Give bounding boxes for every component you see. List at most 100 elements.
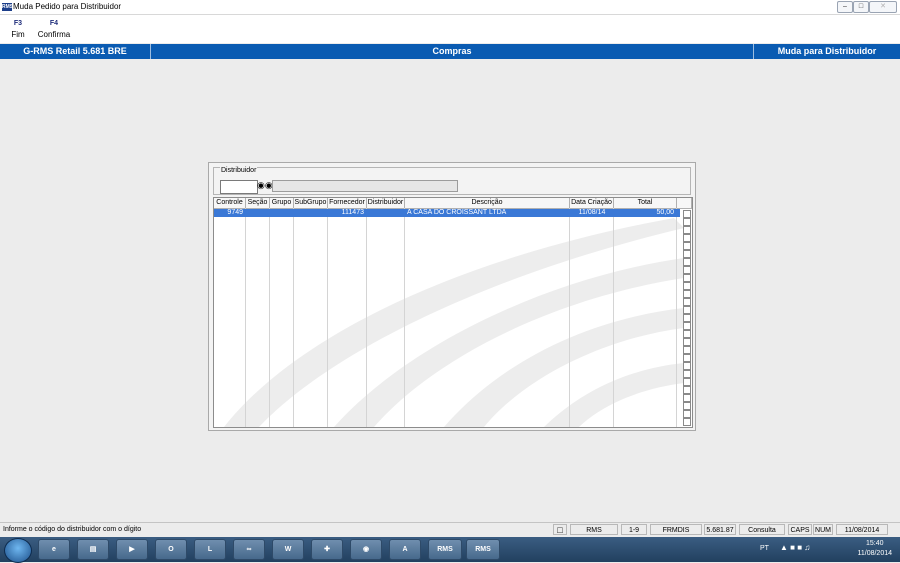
- col-divider: [293, 208, 294, 427]
- row-checkbox[interactable]: [683, 418, 691, 426]
- col-descricao[interactable]: Descrição: [405, 198, 570, 208]
- col-data-criacao[interactable]: Data Criação: [570, 198, 614, 208]
- row-checkbox[interactable]: [683, 362, 691, 370]
- row-checkbox[interactable]: [683, 354, 691, 362]
- compass-icon[interactable]: ◉: [350, 539, 382, 560]
- rms-watermark-logo: [224, 218, 684, 427]
- cell-descricao: A CASA DO CROISSANT LTDA: [407, 209, 507, 216]
- row-checkbox[interactable]: [683, 218, 691, 226]
- windows-taskbar: e ▤ ▶ O L ∞ W ✚ ◉ A RMS RMS PT ▲ ■ ■ ♫ 1…: [0, 537, 900, 563]
- row-checkbox[interactable]: [683, 234, 691, 242]
- distribuidor-description-field: [272, 180, 458, 192]
- row-checkbox[interactable]: [683, 274, 691, 282]
- col-total[interactable]: Total: [614, 198, 677, 208]
- app-icon: RMS: [2, 3, 14, 11]
- screen-name: Muda para Distribuidor: [777, 46, 877, 56]
- acrobat-icon[interactable]: A: [389, 539, 421, 560]
- row-checkbox[interactable]: [683, 322, 691, 330]
- row-checkbox[interactable]: [683, 226, 691, 234]
- col-divider: [245, 208, 246, 427]
- main-panel: Distribuidor ◉◉ Controle Seção Grupo Sub…: [208, 162, 696, 431]
- row-checkbox[interactable]: [683, 370, 691, 378]
- col-divider: [676, 208, 677, 427]
- lync-icon[interactable]: L: [194, 539, 226, 560]
- col-divider: [404, 208, 405, 427]
- explorer-icon[interactable]: ▤: [77, 539, 109, 560]
- row-checkbox[interactable]: [683, 346, 691, 354]
- col-fornecedor[interactable]: Fornecedor: [328, 198, 367, 208]
- row-checkbox[interactable]: [683, 250, 691, 258]
- row-checkbox[interactable]: [683, 338, 691, 346]
- row-checkbox[interactable]: [683, 306, 691, 314]
- distribuidor-groupbox: Distribuidor ◉◉: [213, 167, 691, 195]
- start-button[interactable]: [4, 538, 32, 563]
- row-checkbox[interactable]: [683, 330, 691, 338]
- row-checkbox[interactable]: [683, 298, 691, 306]
- status-range: 1-9: [621, 524, 647, 535]
- col-divider: [613, 208, 614, 427]
- status-mode: Consulta: [739, 524, 785, 535]
- row-checkbox[interactable]: [683, 290, 691, 298]
- language-indicator[interactable]: PT: [760, 545, 769, 552]
- status-date: 11/08/2014: [836, 524, 888, 535]
- table-row[interactable]: 9749 111473 A CASA DO CROISSANT LTDA 11/…: [214, 209, 680, 217]
- row-checkbox[interactable]: [683, 258, 691, 266]
- distribuidor-label: Distribuidor: [220, 167, 258, 174]
- row-checkbox[interactable]: [683, 394, 691, 402]
- row-checkbox[interactable]: [683, 410, 691, 418]
- col-distribuidor[interactable]: Distribuidor: [367, 198, 405, 208]
- store-icon[interactable]: ✚: [311, 539, 343, 560]
- row-checkbox[interactable]: [683, 210, 691, 218]
- distribuidor-code-input[interactable]: [220, 180, 258, 194]
- col-secao[interactable]: Seção: [246, 198, 270, 208]
- col-grupo[interactable]: Grupo: [270, 198, 294, 208]
- cell-data-criacao: 11/08/14: [578, 209, 606, 216]
- row-checkbox[interactable]: [683, 386, 691, 394]
- row-checkbox[interactable]: [683, 314, 691, 322]
- row-checkbox[interactable]: [683, 266, 691, 274]
- tray-icons[interactable]: ▲ ■ ■ ♫: [780, 543, 810, 552]
- col-divider: [569, 208, 570, 427]
- row-checkbox[interactable]: [683, 378, 691, 386]
- status-bar: Informe o código do distribuidor com o d…: [0, 522, 900, 537]
- binoculars-search-icon[interactable]: ◉◉: [257, 181, 273, 190]
- col-subgrupo[interactable]: SubGrupo: [294, 198, 328, 208]
- system-tray: PT ▲ ■ ■ ♫ 15:40 11/08/2014: [710, 537, 900, 562]
- clock-date: 11/08/2014: [857, 550, 892, 557]
- status-program: FRMDIS: [650, 524, 702, 535]
- minimize-button[interactable]: –: [837, 1, 853, 13]
- status-num: NUM: [813, 524, 833, 535]
- clock[interactable]: 15:40 11/08/2014: [857, 539, 892, 559]
- f3-fim-button[interactable]: F3 Fim: [8, 20, 28, 39]
- media-player-icon[interactable]: ▶: [116, 539, 148, 560]
- row-checkbox[interactable]: [683, 282, 691, 290]
- row-checkbox[interactable]: [683, 402, 691, 410]
- status-system: RMS: [570, 524, 618, 535]
- row-checkbox[interactable]: [683, 242, 691, 250]
- word-icon[interactable]: W: [272, 539, 304, 560]
- pedidos-grid[interactable]: Controle Seção Grupo SubGrupo Fornecedor…: [213, 197, 693, 428]
- status-version: 5.681.87: [704, 524, 736, 535]
- maximize-button[interactable]: □: [853, 1, 869, 13]
- cell-controle: 9749: [227, 209, 243, 216]
- col-divider: [366, 208, 367, 427]
- module-header-bar: G-RMS Retail 5.681 BRE Compras Muda para…: [0, 44, 900, 59]
- ie-icon[interactable]: e: [38, 539, 70, 560]
- cell-fornecedor: 111473: [341, 209, 364, 216]
- col-controle[interactable]: Controle: [214, 198, 246, 208]
- window-titlebar: RMS Muda Pedido para Distribuidor – □ ✕: [0, 0, 900, 15]
- outlook-icon[interactable]: O: [155, 539, 187, 560]
- col-divider: [327, 208, 328, 427]
- f4-confirma-button[interactable]: F4 Confirma: [36, 20, 72, 39]
- fkey-code: F4: [49, 20, 59, 27]
- close-button[interactable]: ✕: [869, 1, 897, 13]
- cell-total: 50,00: [656, 209, 674, 216]
- grid-header: Controle Seção Grupo SubGrupo Fornecedor…: [214, 198, 692, 209]
- col-divider: [269, 208, 270, 427]
- status-caps: CAPS: [788, 524, 812, 535]
- rms-taskbar-button[interactable]: RMS: [428, 539, 462, 560]
- function-key-toolbar: F3 Fim F4 Confirma: [0, 15, 900, 43]
- fkey-code: F3: [13, 20, 23, 27]
- messenger-icon[interactable]: ∞: [233, 539, 265, 560]
- rms-taskbar-button[interactable]: RMS: [466, 539, 500, 560]
